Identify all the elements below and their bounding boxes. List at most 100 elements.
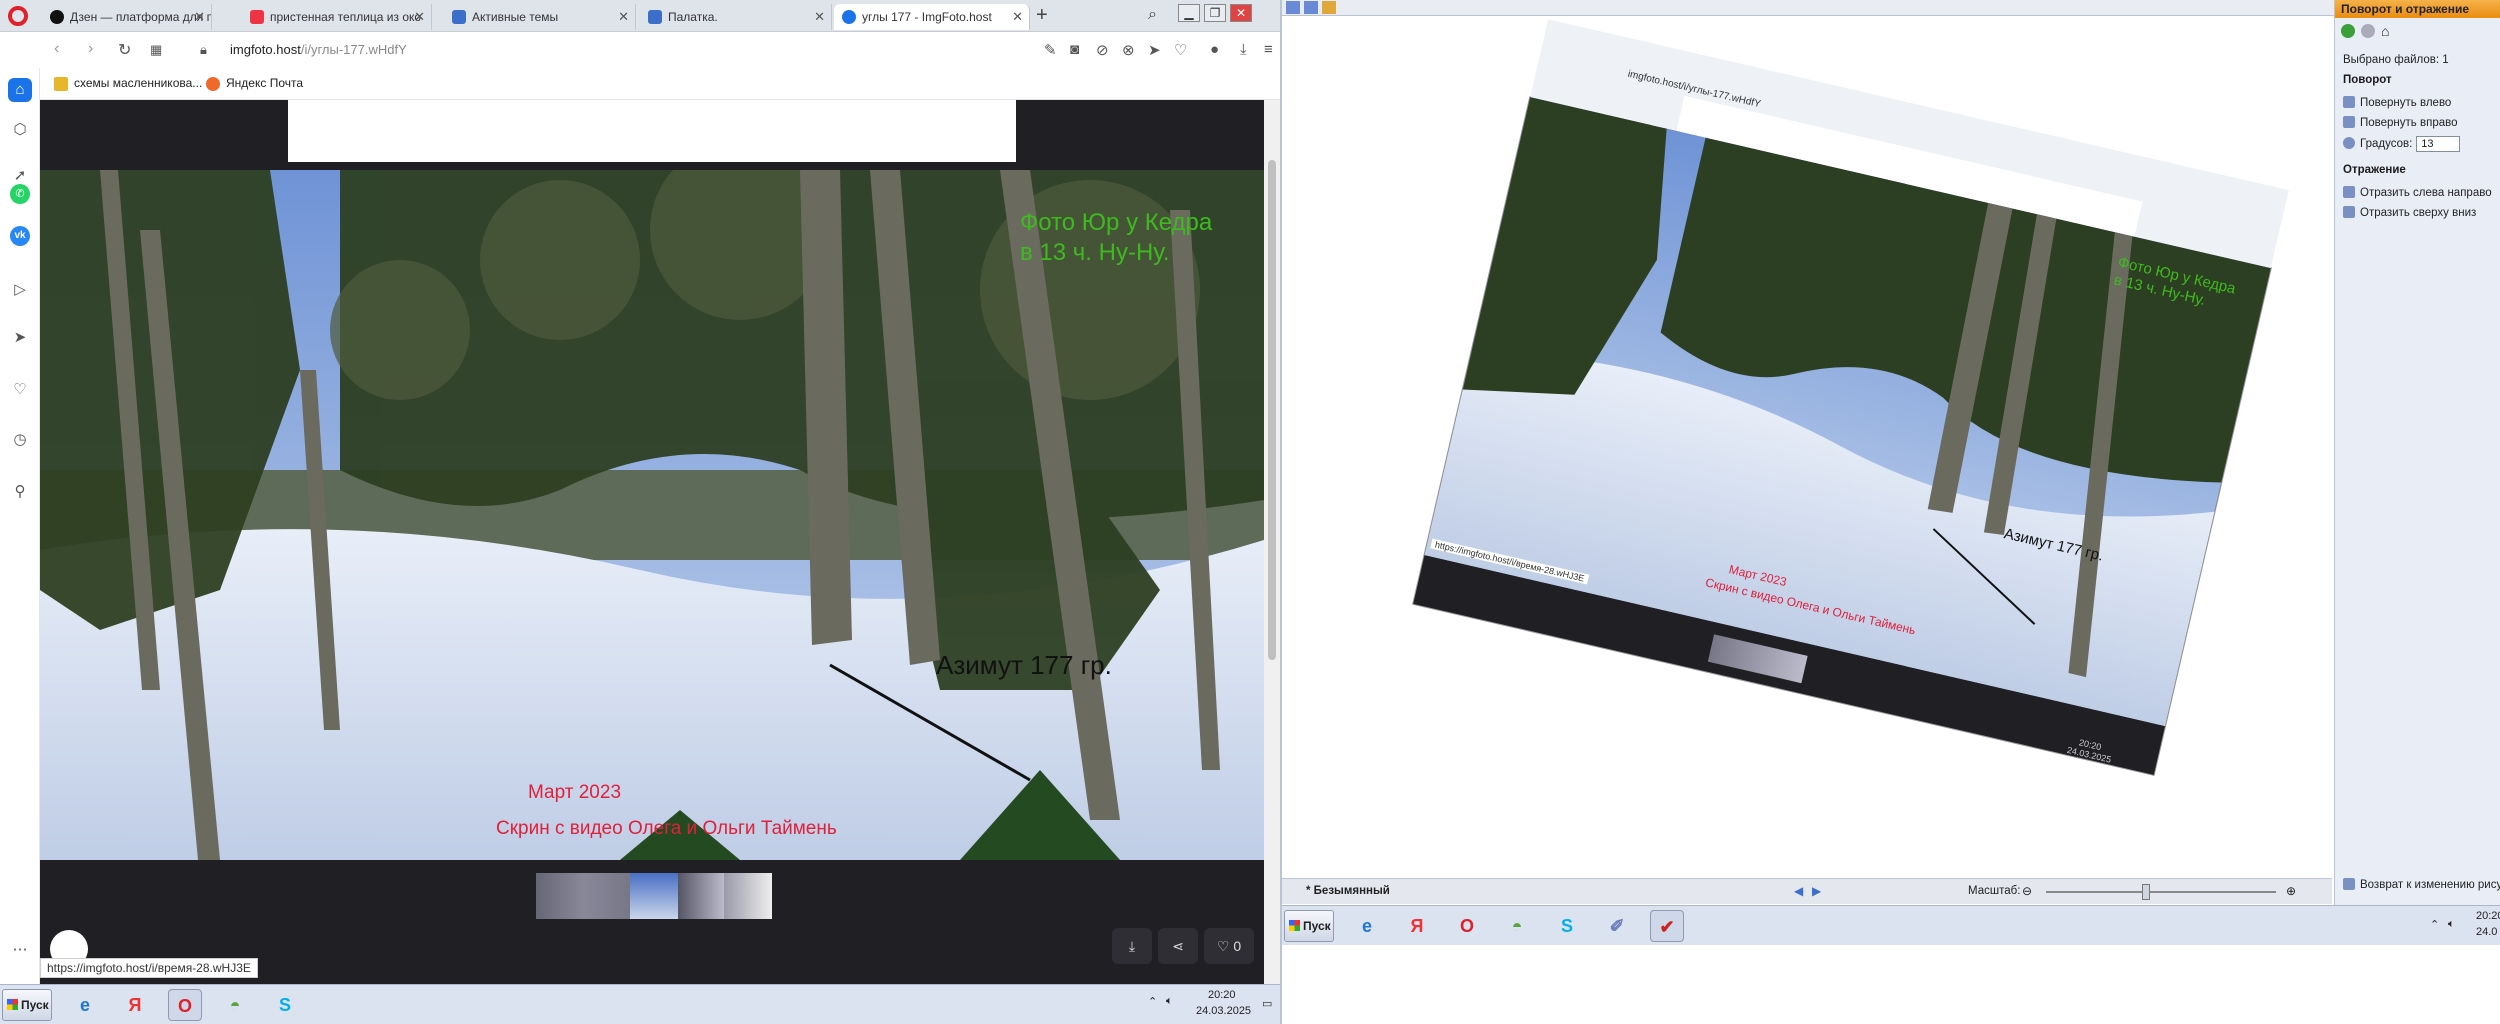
send-icon[interactable]: ➤ <box>8 326 32 350</box>
rotate-left-link[interactable]: Повернуть влево <box>2343 96 2451 109</box>
more-icon[interactable]: ⋯ <box>8 938 32 962</box>
ad-banner <box>288 100 1016 162</box>
editor-canvas[interactable]: imgfoto.host/i/углы-177.wHdfY Фото Юр у … <box>1282 16 2332 878</box>
toolbar-button-icon[interactable] <box>1304 1 1318 14</box>
main-photo[interactable]: Фото Юр у Кедра в 13 ч. Ну-Ну. Азимут 17… <box>40 170 1264 860</box>
back-to-edit-link[interactable]: Возврат к изменению рисунка <box>2343 878 2500 891</box>
skype-icon[interactable]: S <box>268 989 302 1021</box>
back-icon[interactable]: ‹ <box>54 40 59 58</box>
tray-arrow-icon[interactable]: ⌃ <box>2430 918 2439 931</box>
heart-icon[interactable]: ♡ <box>8 378 32 402</box>
zoom-slider[interactable] <box>2046 891 2276 893</box>
close-tab-icon[interactable]: ✕ <box>414 4 425 30</box>
page-scrollbar[interactable] <box>1264 100 1280 984</box>
forward-icon[interactable]: › <box>88 40 93 58</box>
bookmark-yandex-mail[interactable]: Яндекс Почта <box>206 76 303 91</box>
minimize-button[interactable]: ▁ <box>1178 4 1200 22</box>
opera-icon[interactable]: O <box>168 989 202 1021</box>
flip-horizontal-link[interactable]: Отразить слева направо <box>2343 186 2492 199</box>
ie-icon[interactable]: e <box>1350 910 1384 942</box>
flip-vertical-icon <box>2343 206 2355 218</box>
download-icon[interactable]: ⤓ <box>1240 41 1247 58</box>
yandex-browser-icon[interactable]: Я <box>118 989 152 1021</box>
close-window-button[interactable]: ✕ <box>1230 4 1252 22</box>
status-link: https://imgfoto.host/i/время-28.wHJ3E <box>40 958 258 978</box>
thumbnail[interactable] <box>630 873 678 919</box>
block-icon[interactable]: ⊘ <box>1096 41 1109 59</box>
volume-icon[interactable]: 🔈︎ <box>2448 918 2455 931</box>
tray-arrow-icon[interactable]: ⌃ <box>1148 995 1157 1008</box>
forum-icon <box>648 10 662 24</box>
taskbar: Пуск e Я O ◓ S ⌃ 🔈︎ 20:20 24.03.2025 ▭ <box>0 984 1280 1024</box>
download-button[interactable]: ⤓ <box>1112 928 1152 964</box>
thumbnail[interactable] <box>724 873 772 919</box>
heart-icon[interactable]: ♡ <box>1174 41 1187 59</box>
close-tab-icon[interactable]: ✕ <box>1012 4 1023 30</box>
reload-icon[interactable]: ↻ <box>118 40 131 60</box>
scrollbar-thumb[interactable] <box>1268 160 1276 660</box>
send-icon[interactable]: ➤ <box>1148 41 1161 59</box>
zoom-out-icon[interactable]: ⊖ <box>2022 884 2032 898</box>
zoom-in-icon[interactable]: ⊕ <box>2286 884 2296 898</box>
rotate-right-link[interactable]: Повернуть вправо <box>2343 116 2458 129</box>
start-button[interactable]: Пуск <box>1284 910 1334 942</box>
start-button[interactable]: Пуск <box>2 989 52 1021</box>
flip-vertical-link[interactable]: Отразить сверху вниз <box>2343 206 2476 219</box>
network-icon[interactable]: ◓ <box>1500 910 1534 942</box>
image-viewer-icon[interactable]: ✔ <box>1650 910 1684 942</box>
next-image-icon[interactable]: ▶ <box>1812 884 1821 898</box>
close-tab-icon[interactable]: ✕ <box>194 4 205 30</box>
cube-icon[interactable]: ⬡ <box>8 118 32 142</box>
bookmark-schemes[interactable]: схемы масленникова... <box>54 76 202 91</box>
thumbnail[interactable] <box>536 873 630 919</box>
camera-icon[interactable]: ◙ <box>1070 41 1079 58</box>
toolbar-button-icon[interactable] <box>1286 1 1300 14</box>
paint-icon[interactable]: ✐ <box>1600 910 1634 942</box>
share-button[interactable]: ⋖ <box>1158 928 1198 964</box>
prev-image-icon[interactable]: ◀ <box>1794 884 1803 898</box>
forward-nav-icon[interactable] <box>2361 24 2375 38</box>
skype-icon[interactable]: S <box>1550 910 1584 942</box>
player-icon[interactable]: ▷ <box>8 278 32 302</box>
edit-icon[interactable]: ✎ <box>1044 41 1057 59</box>
vk-icon[interactable]: vk <box>10 226 30 246</box>
bulb-icon[interactable]: ⚲ <box>8 480 32 504</box>
rotated-thumbnail-strip <box>1707 634 1808 684</box>
home-icon[interactable]: ⌂ <box>2381 23 2389 39</box>
network-icon[interactable]: ◓ <box>218 989 252 1021</box>
close-tab-icon[interactable]: ✕ <box>618 4 629 30</box>
speed-dial-icon[interactable]: ▦ <box>150 42 162 58</box>
toolbar-button-icon[interactable] <box>1322 1 1336 14</box>
profile-icon[interactable]: ● <box>1210 41 1219 58</box>
rotation-header: Поворот <box>2343 74 2392 86</box>
home-icon[interactable]: ⌂ <box>8 78 32 102</box>
whatsapp-icon[interactable]: ✆ <box>10 184 30 204</box>
like-button[interactable]: ♡ 0 <box>1204 928 1254 964</box>
scale-label: Масштаб: <box>1968 885 2021 897</box>
ad-block-icon[interactable]: ⊗ <box>1122 41 1135 59</box>
tab-teplitsa[interactable]: пристенная теплица из око ✕ <box>242 4 432 30</box>
thumbnail[interactable] <box>678 873 724 919</box>
search-tabs-icon[interactable]: ⌕ <box>1148 6 1157 24</box>
rotate-flip-panel: Поворот и отражение ⌂ Выбрано файлов: 1 … <box>2334 0 2500 905</box>
ie-icon[interactable]: e <box>68 989 102 1021</box>
keyboard-icon[interactable]: ▭ <box>1262 997 1272 1010</box>
opera-logo-icon[interactable] <box>8 6 28 26</box>
url-field[interactable]: imgfoto.host/i/углы-177.wHdfY <box>230 42 407 57</box>
menu-icon[interactable]: ≡ <box>1264 41 1273 58</box>
history-icon[interactable]: ◷ <box>8 428 32 452</box>
opera-icon[interactable]: O <box>1450 910 1484 942</box>
tab-imgfoto[interactable]: углы 177 - ImgFoto.host ✕ <box>834 4 1030 30</box>
yandex-browser-icon[interactable]: Я <box>1400 910 1434 942</box>
volume-icon[interactable]: 🔈︎ <box>1166 995 1173 1008</box>
tab-dzen[interactable]: Дзен — платформа для про ✕ <box>42 4 212 30</box>
tab-palatka[interactable]: Палатка. ✕ <box>640 4 832 30</box>
zoom-slider-thumb[interactable] <box>2142 884 2150 900</box>
back-nav-icon[interactable] <box>2341 24 2355 38</box>
close-tab-icon[interactable]: ✕ <box>814 4 825 30</box>
degrees-label: Градусов: <box>2360 138 2413 151</box>
degrees-input[interactable]: 13 <box>2416 136 2461 152</box>
maximize-button[interactable]: ❐ <box>1204 4 1226 22</box>
new-tab-button[interactable]: + <box>1036 4 1048 27</box>
tab-active-topics[interactable]: Активные темы ✕ <box>444 4 636 30</box>
